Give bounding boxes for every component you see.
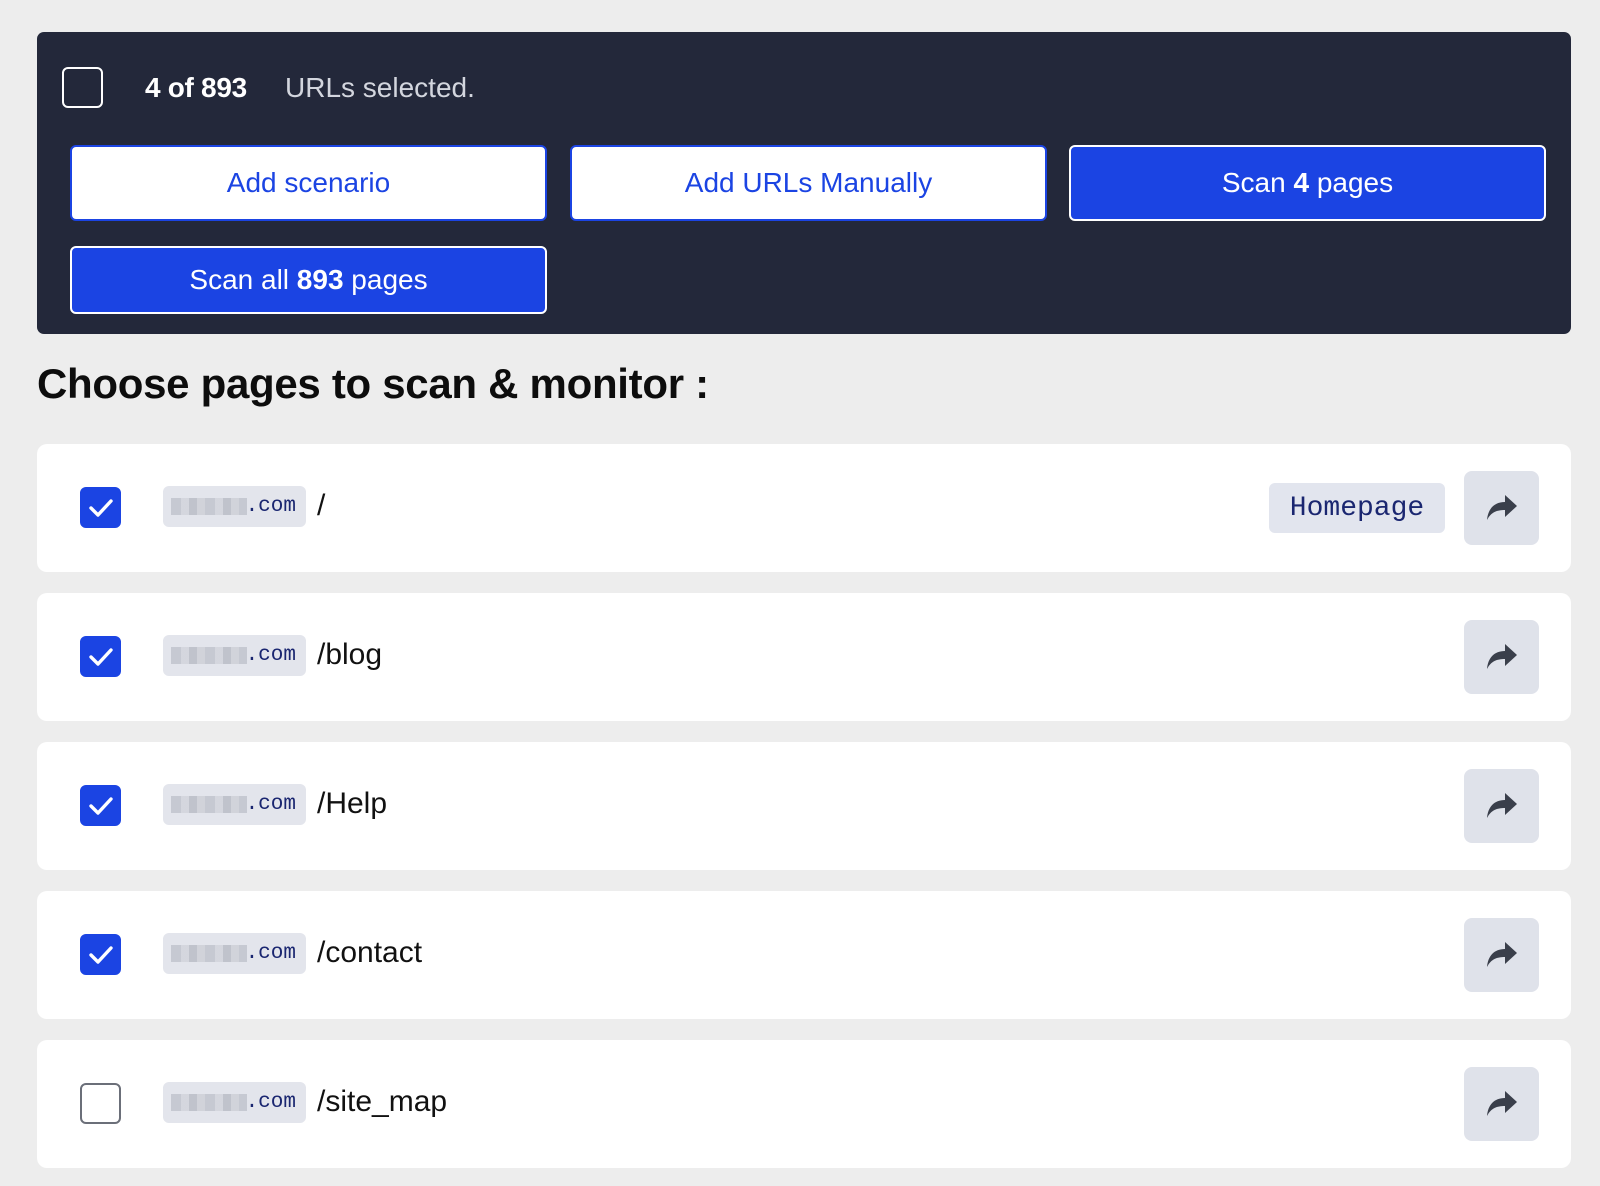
redacted-domain bbox=[171, 647, 247, 664]
url-checkbox[interactable] bbox=[80, 1083, 121, 1124]
share-arrow-icon bbox=[1485, 642, 1519, 672]
domain-pill: .com bbox=[163, 1082, 306, 1123]
open-url-button[interactable] bbox=[1464, 620, 1539, 694]
url-path: /contact bbox=[317, 936, 423, 969]
checkmark-icon bbox=[88, 497, 114, 519]
selection-panel: 4 of 893 URLs selected. Add scenario Add… bbox=[37, 32, 1571, 334]
checkmark-icon bbox=[88, 646, 114, 668]
url-path: /Help bbox=[317, 787, 388, 820]
scan-selected-prefix: Scan bbox=[1221, 167, 1294, 198]
domain-suffix: .com bbox=[245, 793, 296, 816]
redacted-domain bbox=[171, 945, 247, 962]
url-checkbox[interactable] bbox=[80, 636, 121, 677]
url-row: .com / Homepage bbox=[37, 444, 1571, 572]
page-title: Choose pages to scan & monitor : bbox=[37, 360, 709, 407]
url-path: / bbox=[317, 489, 326, 522]
open-url-button[interactable] bbox=[1464, 769, 1539, 843]
page-tag-badge: Homepage bbox=[1269, 483, 1445, 533]
open-url-button[interactable] bbox=[1464, 1067, 1539, 1141]
scan-selected-count: 4 bbox=[1293, 167, 1310, 198]
domain-suffix: .com bbox=[245, 644, 296, 667]
url-path: /site_map bbox=[317, 1085, 448, 1118]
scan-all-suffix: pages bbox=[343, 264, 428, 295]
url-checkbox[interactable] bbox=[80, 934, 121, 975]
scan-all-count: 893 bbox=[296, 264, 344, 295]
open-url-button[interactable] bbox=[1464, 471, 1539, 545]
domain-suffix: .com bbox=[245, 495, 296, 518]
domain-suffix: .com bbox=[245, 942, 296, 965]
checkmark-icon bbox=[88, 795, 114, 817]
selection-label: URLs selected. bbox=[285, 72, 475, 103]
selection-count: 4 of 893 bbox=[145, 72, 247, 103]
domain-suffix: .com bbox=[245, 1091, 296, 1114]
add-urls-manually-button[interactable]: Add URLs Manually bbox=[570, 145, 1047, 221]
share-arrow-icon bbox=[1485, 940, 1519, 970]
open-url-button[interactable] bbox=[1464, 918, 1539, 992]
scan-all-button[interactable]: Scan all 893 pages bbox=[70, 246, 547, 314]
share-arrow-icon bbox=[1485, 1089, 1519, 1119]
share-arrow-icon bbox=[1485, 493, 1519, 523]
url-row: .com/Help bbox=[37, 742, 1571, 870]
url-checkbox[interactable] bbox=[80, 785, 121, 826]
redacted-domain bbox=[171, 796, 247, 813]
domain-pill: .com bbox=[163, 635, 306, 676]
share-arrow-icon bbox=[1485, 791, 1519, 821]
url-path: /blog bbox=[317, 638, 383, 671]
redacted-domain bbox=[171, 498, 247, 515]
domain-pill: .com bbox=[163, 784, 306, 825]
url-row: .com/blog bbox=[37, 593, 1571, 721]
url-row: .com/contact bbox=[37, 891, 1571, 1019]
scan-selected-suffix: pages bbox=[1309, 167, 1394, 198]
url-checkbox[interactable] bbox=[80, 487, 121, 528]
redacted-domain bbox=[171, 1094, 247, 1111]
scan-all-prefix: Scan all bbox=[189, 264, 297, 295]
url-row: .com/site_map bbox=[37, 1040, 1571, 1168]
select-all-checkbox[interactable] bbox=[62, 67, 103, 108]
checkmark-icon bbox=[88, 944, 114, 966]
domain-pill: .com bbox=[163, 486, 306, 527]
scan-selected-button[interactable]: Scan 4 pages bbox=[1069, 145, 1546, 221]
domain-pill: .com bbox=[163, 933, 306, 974]
add-scenario-button[interactable]: Add scenario bbox=[70, 145, 547, 221]
